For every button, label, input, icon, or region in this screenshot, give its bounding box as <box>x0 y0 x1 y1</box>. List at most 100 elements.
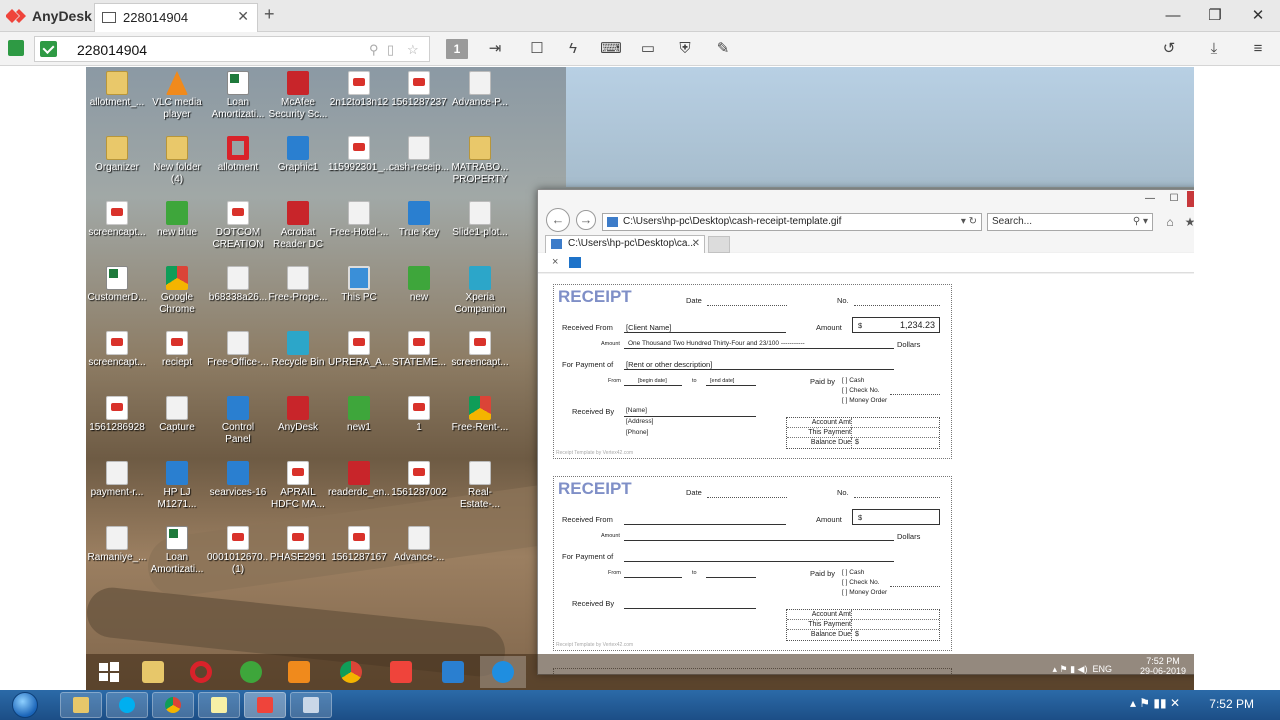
desktop-icon[interactable]: reciept <box>146 327 208 389</box>
chat-icon[interactable]: ☐ <box>526 39 548 59</box>
keyboard-icon[interactable]: ⌨ <box>600 39 622 59</box>
desktop-icon[interactable]: Graphic1 <box>267 132 329 194</box>
remote-taskbar-app[interactable] <box>228 656 274 688</box>
close-tab-icon[interactable]: ✕ <box>237 8 249 25</box>
desktop-icon[interactable]: 2n12to13n12 <box>328 67 390 129</box>
desktop-icon[interactable]: 115992301_... <box>328 132 390 194</box>
menu-icon[interactable]: ≡ <box>1247 39 1269 59</box>
transfer-icon[interactable]: ⇥ <box>484 39 506 59</box>
taskbar-notepad[interactable] <box>198 692 240 718</box>
desktop-icon[interactable]: MATRABO... PROPERTY <box>449 132 511 194</box>
desktop-icon[interactable]: STATEME... <box>388 327 450 389</box>
desktop-icon[interactable]: new blue <box>146 197 208 259</box>
ie-window[interactable]: — ☐ ✕ ← → C:\Users\hp-pc\Desktop\cash-re… <box>537 189 1194 675</box>
desktop-icon[interactable]: Control Panel <box>207 392 269 454</box>
ie-new-tab-button[interactable] <box>708 236 730 253</box>
desktop-icon[interactable]: Loan Amortizati... <box>146 522 208 584</box>
star-icon[interactable]: ☆ <box>407 42 419 58</box>
actions-icon[interactable]: ϟ <box>562 39 584 59</box>
desktop-icon[interactable]: Organizer <box>86 132 148 194</box>
remote-taskbar-ie[interactable] <box>480 656 526 688</box>
remote-taskbar-media[interactable] <box>276 656 322 688</box>
taskbar-app[interactable] <box>290 692 332 718</box>
ie-maximize-button[interactable]: ☐ <box>1163 191 1185 207</box>
close-button[interactable]: ✕ <box>1243 5 1273 27</box>
contact-icon[interactable]: ⚲ <box>369 42 379 58</box>
taskbar-anydesk[interactable] <box>244 692 286 718</box>
permissions-icon[interactable]: ⛨ <box>674 39 696 59</box>
ie-close-button[interactable]: ✕ <box>1187 191 1194 207</box>
desktop-icon[interactable]: searvices-16 <box>207 457 269 519</box>
remote-taskbar-chrome[interactable] <box>328 656 374 688</box>
home-icon[interactable]: ⌂ <box>1162 214 1178 230</box>
desktop-icon[interactable]: screencapt... <box>86 327 148 389</box>
remote-language[interactable]: ENG <box>1092 664 1112 674</box>
display-icon[interactable]: ▭ <box>637 39 659 59</box>
desktop-icon[interactable]: screencapt... <box>449 327 511 389</box>
desktop-icon[interactable]: Loan Amortizati... <box>207 67 269 129</box>
desktop-icon[interactable]: True Key <box>388 197 450 259</box>
whiteboard-icon[interactable]: ✎ <box>712 39 734 59</box>
desktop-icon[interactable]: 1561287237 <box>388 67 450 129</box>
desktop-icon[interactable]: Real-Estate-... <box>449 457 511 519</box>
desktop-icon[interactable]: New folder (4) <box>146 132 208 194</box>
desktop-icon[interactable]: CustomerD... <box>86 262 148 324</box>
ie-address-bar[interactable]: C:\Users\hp-pc\Desktop\cash-receipt-temp… <box>602 213 982 231</box>
desktop-icon[interactable]: b68338a26... <box>207 262 269 324</box>
desktop-icon[interactable]: Recycle Bin <box>267 327 329 389</box>
desktop-icon[interactable]: DOTCOM CREATION <box>207 197 269 259</box>
desktop-icon[interactable]: Free-Rent-... <box>449 392 511 454</box>
desktop-icon[interactable]: 1561287002 <box>388 457 450 519</box>
remote-start-button[interactable] <box>86 656 132 688</box>
desktop-icon[interactable]: Google Chrome <box>146 262 208 324</box>
desktop-icon[interactable]: Advance-P... <box>449 67 511 129</box>
desktop-icon[interactable]: screencapt... <box>86 197 148 259</box>
search-icon[interactable]: ⚲ ▾ <box>1133 214 1148 230</box>
remote-desktop[interactable]: allotment_... VLC media player Loan Amorti… <box>86 67 1194 720</box>
desktop-icon[interactable]: Xperia Companion <box>449 262 511 324</box>
favorites-star-icon[interactable]: ★ <box>1182 214 1194 230</box>
download-icon[interactable]: ⤓ <box>1203 39 1225 59</box>
desktop-icon[interactable]: payment-r... <box>86 457 148 519</box>
desktop-icon[interactable]: APRAIL HDFC MA... <box>267 457 329 519</box>
taskbar-skype[interactable] <box>106 692 148 718</box>
desktop-icon[interactable]: Acrobat Reader DC <box>267 197 329 259</box>
taskbar-explorer[interactable] <box>60 692 102 718</box>
back-button[interactable]: ← <box>546 208 570 232</box>
display-1-button[interactable]: 1 <box>446 39 468 59</box>
close-tab-icon[interactable]: ✕ <box>692 236 700 252</box>
desktop-icon[interactable]: allotment <box>207 132 269 194</box>
desktop-icon[interactable]: McAfee Security Sc... <box>267 67 329 129</box>
desktop-icon[interactable]: AnyDesk <box>267 392 329 454</box>
desktop-icon[interactable]: 1 <box>388 392 450 454</box>
restore-button[interactable]: ❐ <box>1200 5 1230 27</box>
desktop-icon[interactable]: Ramaniye_... <box>86 522 148 584</box>
remote-taskbar-photos[interactable] <box>430 656 476 688</box>
session-tab[interactable]: 228014904 ✕ <box>94 3 258 32</box>
desktop-icon[interactable]: new <box>388 262 450 324</box>
remote-clock[interactable]: 7:52 PM 29-06-2019 <box>1140 656 1186 676</box>
ie-tab[interactable]: C:\Users\hp-pc\Desktop\ca... ✕ <box>545 235 705 253</box>
desktop-icon[interactable]: readerdc_en... <box>328 457 390 519</box>
new-tab-button[interactable]: + <box>264 4 275 25</box>
desktop-icon[interactable]: Advance-... <box>388 522 450 584</box>
desktop-icon[interactable]: allotment_... <box>86 67 148 129</box>
remote-taskbar-explorer[interactable] <box>130 656 176 688</box>
ie-minimize-button[interactable]: — <box>1139 191 1161 207</box>
local-clock[interactable]: 7:52 PM <box>1209 697 1254 711</box>
desktop-icon[interactable]: Free-Office-... <box>207 327 269 389</box>
desktop-icon[interactable]: Capture <box>146 392 208 454</box>
desktop-icon[interactable]: VLC media player <box>146 67 208 129</box>
desktop-icon[interactable]: Free-Hotel-... <box>328 197 390 259</box>
desktop-icon[interactable]: cash-receip... <box>388 132 450 194</box>
remote-taskbar-opera[interactable] <box>178 656 224 688</box>
desktop-icon[interactable]: Slide1-plot... <box>449 197 511 259</box>
desktop-icon[interactable]: 1561287167 <box>328 522 390 584</box>
favorites-icon[interactable] <box>569 257 581 268</box>
history-icon[interactable]: ↺ <box>1158 39 1180 59</box>
desktop-icon[interactable]: UPRERA_A... <box>328 327 390 389</box>
desktop-icon[interactable]: HP LJ M1271... <box>146 457 208 519</box>
taskbar-chrome[interactable] <box>152 692 194 718</box>
start-button[interactable] <box>6 690 44 720</box>
trash-icon[interactable]: ▯ <box>387 42 394 58</box>
